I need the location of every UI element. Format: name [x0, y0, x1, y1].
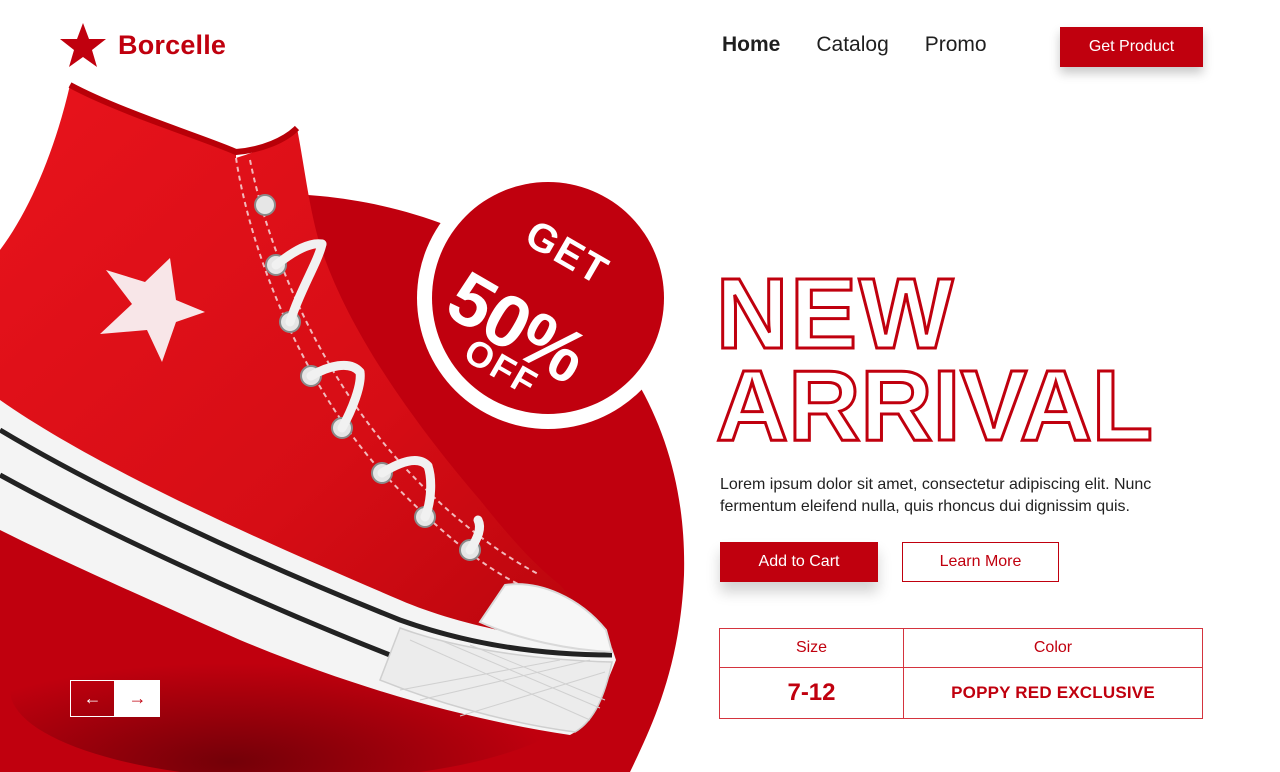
- nav-catalog[interactable]: Catalog: [816, 33, 888, 57]
- specs-header-row: Size Color: [719, 627, 1203, 669]
- arrow-left-icon[interactable]: ←: [70, 680, 115, 717]
- color-value: POPPY RED EXCLUSIVE: [903, 667, 1203, 719]
- get-product-button[interactable]: Get Product: [1060, 27, 1203, 67]
- product-specs-table: Size Color 7-12 POPPY RED EXCLUSIVE: [719, 627, 1203, 719]
- add-to-cart-button[interactable]: Add to Cart: [720, 542, 878, 582]
- star-icon: [60, 23, 106, 67]
- size-value: 7-12: [719, 667, 904, 719]
- hero-description: Lorem ipsum dolor sit amet, consectetur …: [720, 476, 1152, 515]
- nav-promo[interactable]: Promo: [925, 33, 987, 57]
- size-header: Size: [719, 627, 904, 669]
- brand-name: Borcelle: [118, 29, 227, 60]
- brand-logo[interactable]: Borcelle: [60, 22, 226, 68]
- headline-line-1: NEW: [714, 258, 956, 370]
- hero-headline: NEW ARRIVAL: [714, 258, 1154, 462]
- headline-line-2: ARRIVAL: [714, 350, 1154, 462]
- specs-value-row: 7-12 POPPY RED EXCLUSIVE: [719, 667, 1203, 719]
- slider-controls: ← →: [70, 680, 160, 717]
- nav-home[interactable]: Home: [722, 33, 780, 57]
- hero-artwork: [0, 0, 700, 772]
- learn-more-button[interactable]: Learn More: [902, 542, 1059, 582]
- arrow-right-icon[interactable]: →: [115, 680, 160, 717]
- hero-illustration: [0, 82, 685, 772]
- color-header: Color: [903, 627, 1203, 669]
- main-nav: Home Catalog Promo: [722, 33, 987, 57]
